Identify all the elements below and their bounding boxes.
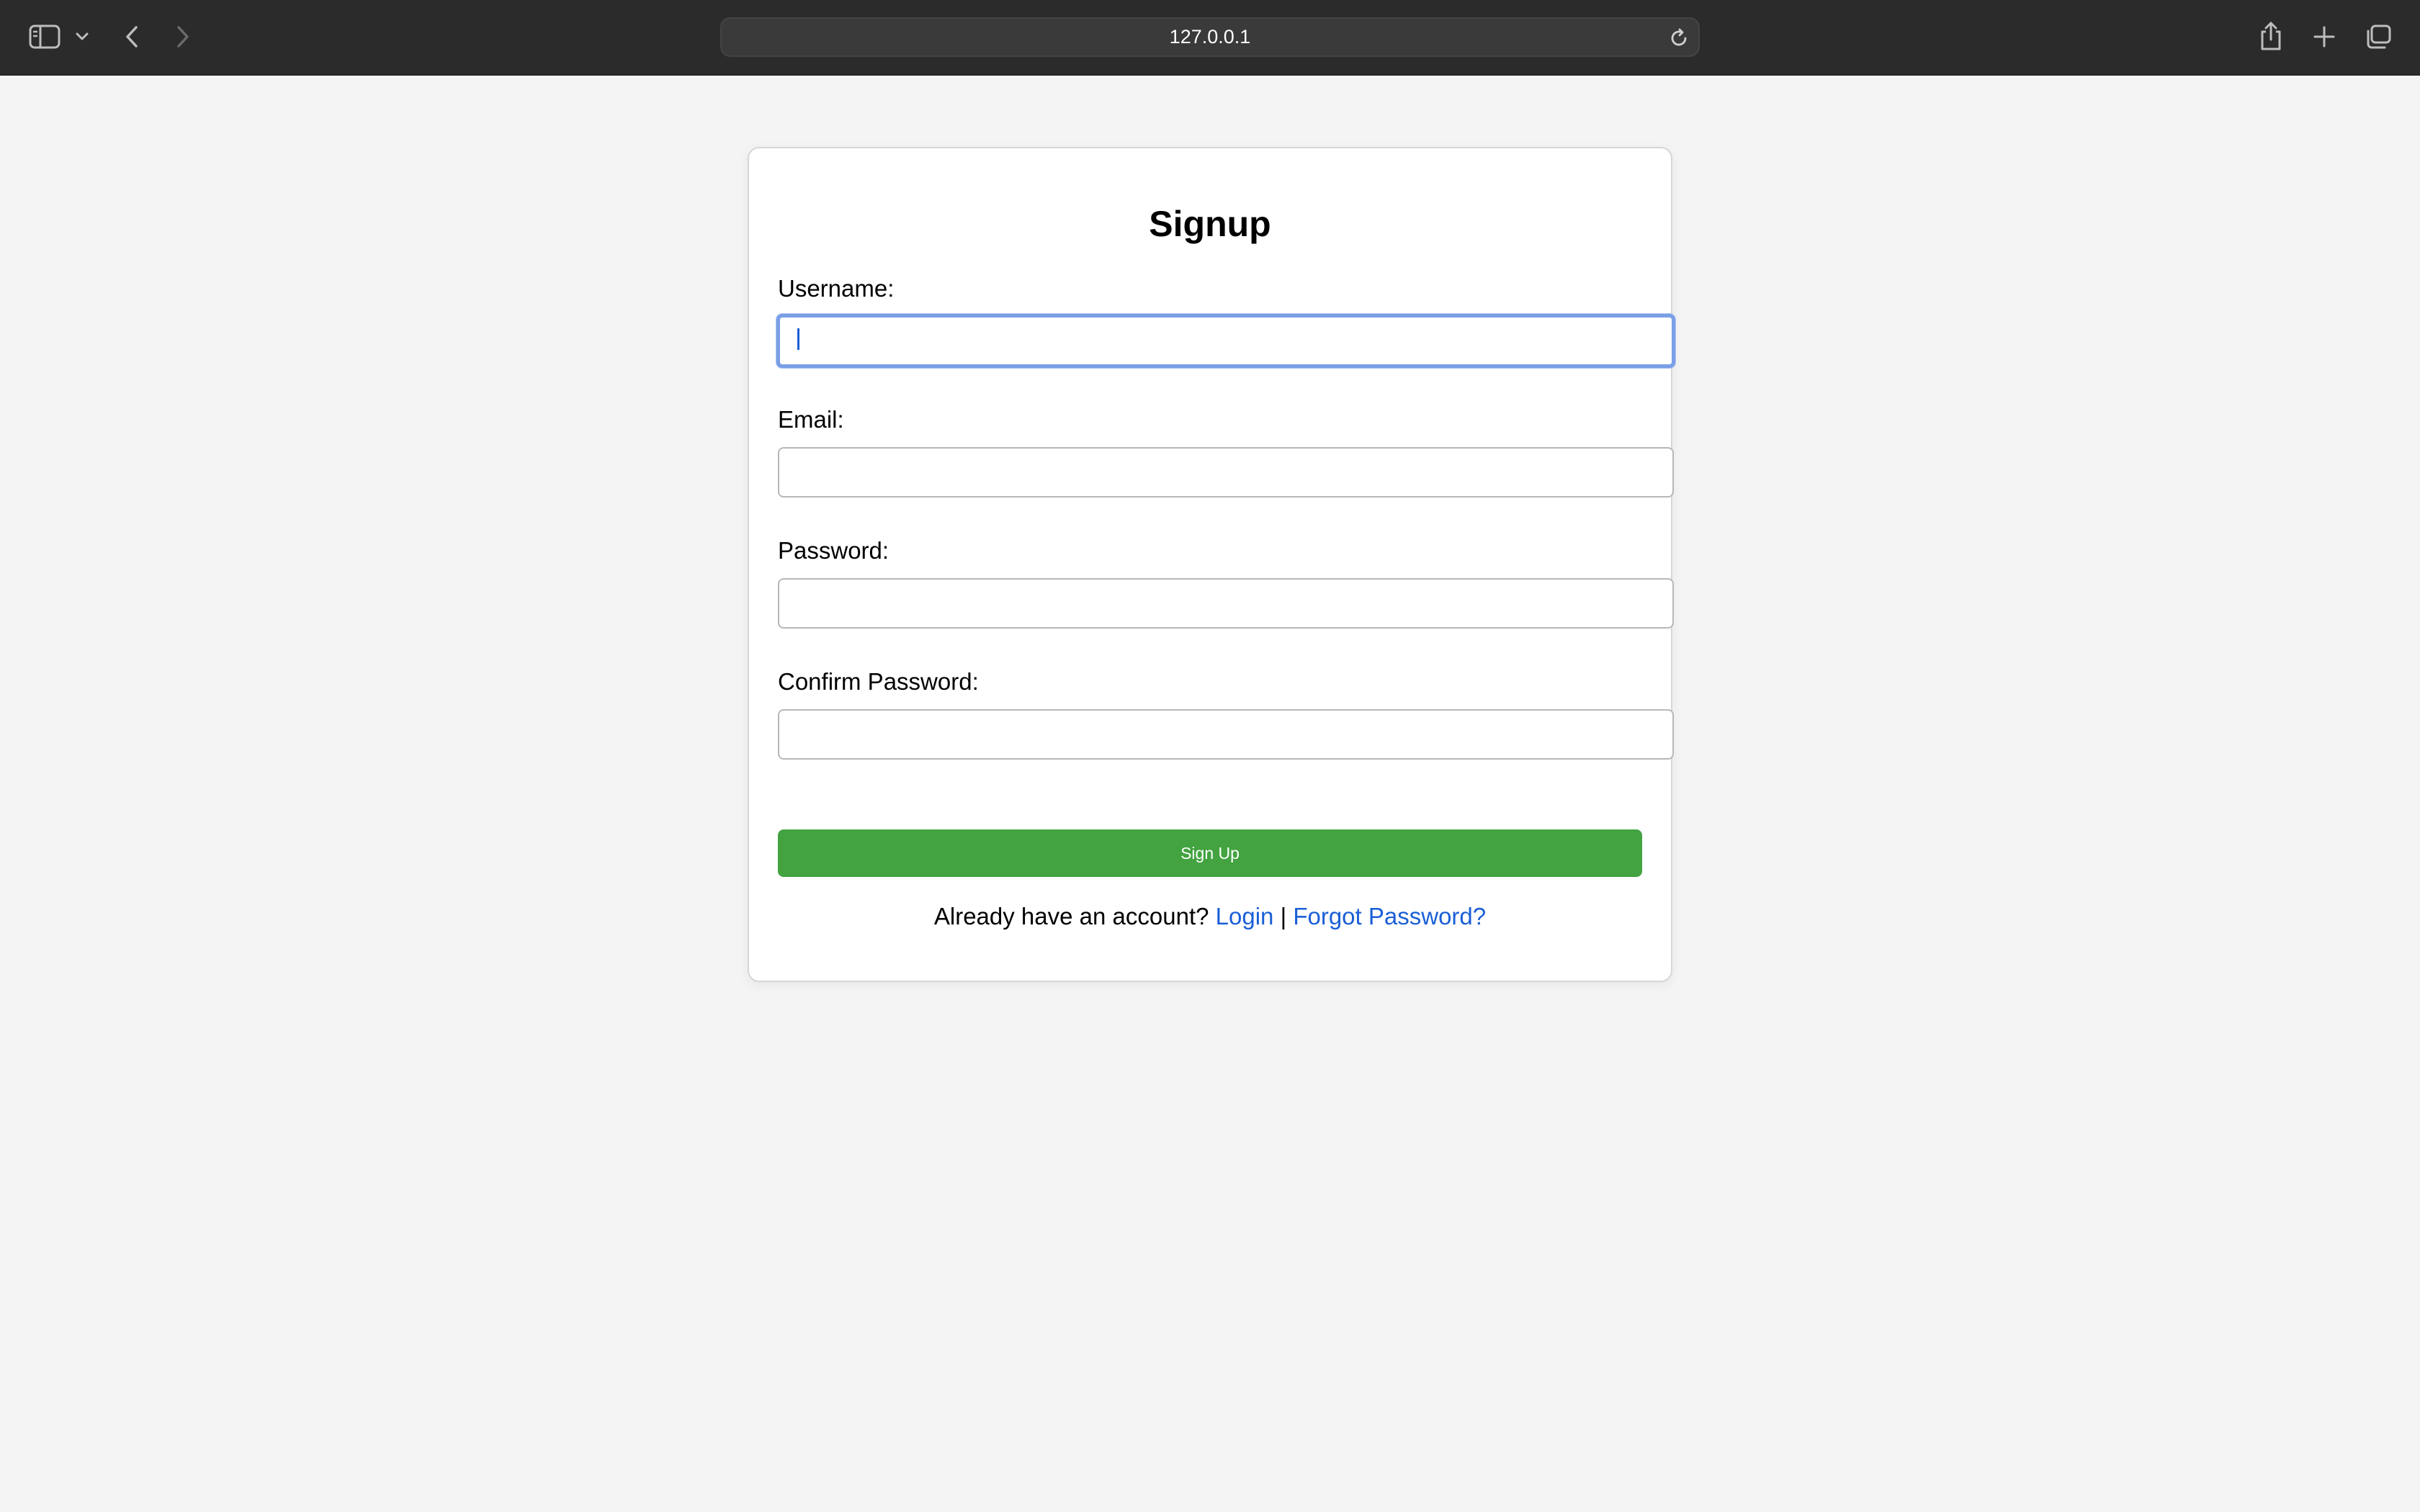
url-text: 127.0.0.1 bbox=[1169, 26, 1251, 48]
email-input[interactable] bbox=[778, 447, 1674, 498]
account-links: Already have an account? Login | Forgot … bbox=[749, 903, 1671, 930]
username-input[interactable] bbox=[776, 314, 1675, 368]
sign-up-button[interactable]: Sign Up bbox=[778, 829, 1642, 877]
password-input[interactable] bbox=[778, 578, 1674, 629]
reload-icon[interactable] bbox=[1667, 26, 1691, 50]
browser-toolbar: 127.0.0.1 bbox=[0, 0, 2420, 76]
back-icon[interactable] bbox=[119, 22, 145, 52]
signup-card: Signup Username: Email: Password: Confir… bbox=[748, 147, 1675, 982]
plus-icon[interactable] bbox=[2309, 22, 2339, 52]
username-label: Username: bbox=[778, 275, 895, 302]
login-link[interactable]: Login bbox=[1216, 903, 1274, 930]
chevron-down-icon[interactable] bbox=[72, 27, 92, 46]
password-label: Password: bbox=[778, 537, 889, 564]
link-separator: | bbox=[1280, 903, 1287, 930]
share-icon[interactable] bbox=[2256, 19, 2286, 53]
tabs-icon[interactable] bbox=[2362, 22, 2394, 52]
text-caret bbox=[797, 328, 799, 350]
forgot-password-link[interactable]: Forgot Password? bbox=[1293, 903, 1486, 930]
forward-icon[interactable] bbox=[170, 22, 196, 52]
confirm-password-label: Confirm Password: bbox=[778, 668, 979, 695]
footer-text: Already have an account? bbox=[933, 903, 1209, 930]
sidebar-icon[interactable] bbox=[27, 22, 62, 52]
confirm-password-input[interactable] bbox=[778, 709, 1674, 760]
page-viewport: Signup Username: Email: Password: Confir… bbox=[0, 76, 2420, 1512]
page-title: Signup bbox=[1149, 204, 1271, 244]
address-bar[interactable]: 127.0.0.1 bbox=[720, 17, 1700, 57]
email-label: Email: bbox=[778, 406, 844, 433]
